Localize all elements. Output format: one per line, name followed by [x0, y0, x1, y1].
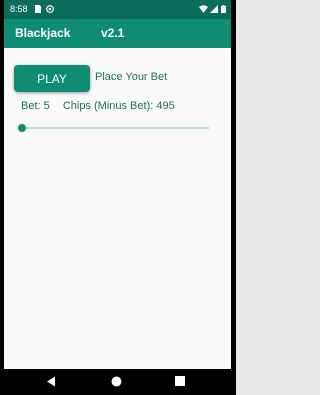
- recents-icon[interactable]: [175, 376, 185, 386]
- home-icon[interactable]: [111, 376, 122, 387]
- status-bar: 8:58: [4, 0, 231, 19]
- wifi-icon: [199, 5, 208, 13]
- signal-icon: [210, 5, 218, 13]
- sim-card-icon: [35, 5, 41, 13]
- status-time: 8:58: [10, 4, 28, 14]
- device-bezel-right: [231, 0, 236, 395]
- bet-slider[interactable]: [18, 124, 209, 132]
- navigation-bar: [4, 369, 231, 395]
- battery-icon: [221, 5, 226, 13]
- bet-info: Bet: 5 Chips (Minus Bet): 495: [21, 100, 185, 112]
- chips-remaining: Chips (Minus Bet): 495: [62, 100, 175, 112]
- main-content: PLAY Place Your Bet Bet: 5 Chips (Minus …: [4, 48, 231, 369]
- app-title: Blackjack: [15, 26, 71, 40]
- bet-prompt: Place Your Bet: [95, 71, 168, 83]
- bet-amount: Bet: 5: [21, 100, 50, 112]
- at-sign-icon: [46, 5, 54, 13]
- play-button[interactable]: PLAY: [14, 65, 90, 92]
- app-bar: Blackjack v2.1: [4, 19, 231, 48]
- bet-slider-thumb[interactable]: [18, 124, 26, 132]
- back-icon[interactable]: [46, 376, 56, 387]
- app-version: v2.1: [101, 26, 125, 40]
